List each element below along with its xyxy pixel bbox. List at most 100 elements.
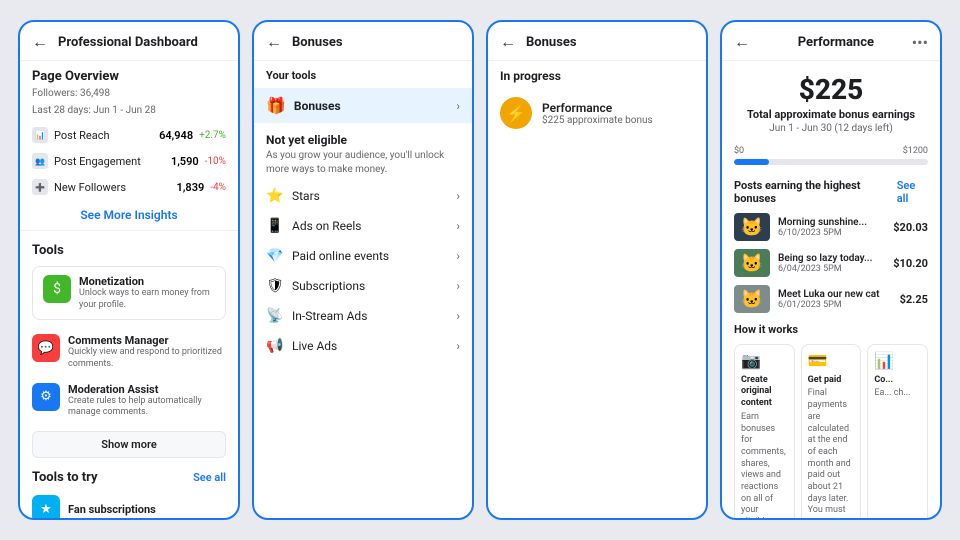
post-info-3: Meet Luka our new cat 6/01/2023 5PM xyxy=(778,289,892,310)
your-tools-label: Your tools xyxy=(254,61,472,86)
live-ads-icon: 📢 xyxy=(266,338,284,354)
back-arrow-icon[interactable]: ← xyxy=(734,32,750,52)
post-reach-icon: 📊 xyxy=(32,127,48,143)
post-info-1: Morning sunshine... 6/10/2023 5PM xyxy=(778,217,885,238)
instream-left: 📡 In-Stream Ads xyxy=(266,308,367,324)
post-reach-change: +2.7% xyxy=(199,130,226,141)
not-eligible-subtitle: As you grow your audience, you'll unlock… xyxy=(266,149,460,177)
paid-events-chevron: › xyxy=(456,249,460,263)
not-eligible-section: Not yet eligible As you grow your audien… xyxy=(254,125,472,181)
extra-card-text: Ea... ch... xyxy=(874,388,921,400)
posts-earning-title: Posts earning the highest bonuses xyxy=(734,179,897,205)
performance-progress-item[interactable]: ⚡ Performance $225 approximate bonus xyxy=(488,87,706,139)
show-more-button[interactable]: Show more xyxy=(32,431,226,458)
back-arrow-icon[interactable]: ← xyxy=(500,32,516,52)
paid-events-item[interactable]: 💎 Paid online events › xyxy=(254,241,472,271)
progress-bar-track xyxy=(734,159,928,165)
post-date-1: 6/10/2023 5PM xyxy=(778,228,885,238)
more-options-icon[interactable]: ••• xyxy=(912,33,928,52)
moderation-assist-item[interactable]: ⚙ Moderation Assist Create rules to help… xyxy=(20,377,238,425)
live-ads-label: Live Ads xyxy=(292,339,337,353)
instream-icon: 📡 xyxy=(266,308,284,324)
instream-ads-item[interactable]: 📡 In-Stream Ads › xyxy=(254,301,472,331)
post-title-3: Meet Luka our new cat xyxy=(778,289,892,300)
how-it-works-cards: 📷 Create original content Earn bonuses f… xyxy=(722,340,940,520)
bonuses-item-left: 🎁 Bonuses xyxy=(266,96,341,115)
moderation-assist-subtitle: Create rules to help automatically manag… xyxy=(68,396,226,419)
post-reach-value: 64,948 xyxy=(159,129,193,142)
subscriptions-item[interactable]: 🛡 Subscriptions › xyxy=(254,271,472,301)
post-engagement-row: 👥 Post Engagement 1,590 -10% xyxy=(20,148,238,174)
post-amount-2: $10.20 xyxy=(893,257,928,270)
ads-on-reels-item[interactable]: 📱 Ads on Reels › xyxy=(254,211,472,241)
new-followers-label: New Followers xyxy=(54,181,126,194)
screen3-title: Bonuses xyxy=(526,35,577,50)
post-amount-1: $20.03 xyxy=(893,221,928,234)
new-followers-change: -4% xyxy=(210,182,226,193)
paid-events-icon: 💎 xyxy=(266,248,284,264)
post-date-2: 6/04/2023 5PM xyxy=(778,264,885,274)
comments-manager-item[interactable]: 💬 Comments Manager Quickly view and resp… xyxy=(20,328,238,376)
subscriptions-label: Subscriptions xyxy=(292,279,365,293)
create-content-title: Create original content xyxy=(741,375,788,410)
stars-item[interactable]: ⭐ Stars › xyxy=(254,181,472,211)
earnings-amount: $225 xyxy=(722,61,940,108)
tools-section: Tools $ Monetization Unlock ways to earn… xyxy=(20,231,238,328)
moderation-assist-info: Moderation Assist Create rules to help a… xyxy=(68,383,226,419)
stars-icon: ⭐ xyxy=(266,188,284,204)
live-ads-item[interactable]: 📢 Live Ads › xyxy=(254,331,472,361)
gift-icon: 🎁 xyxy=(266,96,286,115)
ads-reels-label: Ads on Reels xyxy=(292,219,361,233)
paid-events-left: 💎 Paid online events xyxy=(266,248,389,264)
performance-progress-icon: ⚡ xyxy=(500,97,532,129)
instream-label: In-Stream Ads xyxy=(292,309,367,323)
post-row-3[interactable]: 🐱 Meet Luka our new cat 6/01/2023 5PM $2… xyxy=(722,281,940,317)
post-row-2[interactable]: 🐱 Being so lazy today... 6/04/2023 5PM $… xyxy=(722,245,940,281)
new-followers-icon: ➕ xyxy=(32,179,48,195)
post-date-3: 6/01/2023 5PM xyxy=(778,300,892,310)
screen-performance: ← Performance ••• $225 Total approximate… xyxy=(720,20,942,520)
back-arrow-icon[interactable]: ← xyxy=(32,32,48,52)
screen2-header: ← Bonuses xyxy=(254,22,472,61)
posts-see-all[interactable]: See all xyxy=(897,179,928,205)
screen1-header: ← Professional Dashboard xyxy=(20,22,238,61)
screen2-title: Bonuses xyxy=(292,35,343,50)
tools-try-see-all[interactable]: See all xyxy=(193,471,226,484)
extra-card-title: Co... xyxy=(874,375,921,387)
followers-count: Followers: 36,498 xyxy=(20,86,238,105)
monetization-card[interactable]: $ Monetization Unlock ways to earn money… xyxy=(32,266,226,320)
new-followers-row: ➕ New Followers 1,839 -4% xyxy=(20,174,238,200)
live-ads-chevron: › xyxy=(456,339,460,353)
bonuses-active-item[interactable]: 🎁 Bonuses › xyxy=(254,88,472,123)
page-overview-title: Page Overview xyxy=(20,61,238,86)
subscriptions-icon: 🛡 xyxy=(266,278,284,294)
not-eligible-title: Not yet eligible xyxy=(266,133,460,147)
post-info-2: Being so lazy today... 6/04/2023 5PM xyxy=(778,253,885,274)
post-thumb-3: 🐱 xyxy=(734,285,770,313)
post-reach-row: 📊 Post Reach 64,948 +2.7% xyxy=(20,122,238,148)
moderation-assist-title: Moderation Assist xyxy=(68,383,226,396)
performance-header: ← Performance ••• xyxy=(722,22,940,61)
see-more-insights-button[interactable]: See More Insights xyxy=(20,200,238,230)
screen1-title: Professional Dashboard xyxy=(58,35,198,50)
paid-events-label: Paid online events xyxy=(292,249,389,263)
fan-subscriptions-item[interactable]: ★ Fan subscriptions xyxy=(20,489,238,520)
comments-manager-subtitle: Quickly view and respond to prioritized … xyxy=(68,347,226,370)
comments-manager-info: Comments Manager Quickly view and respon… xyxy=(68,334,226,370)
how-it-works-title: How it works xyxy=(722,317,940,340)
post-row-1[interactable]: 🐱 Morning sunshine... 6/10/2023 5PM $20.… xyxy=(722,209,940,245)
extra-card-icon: 📊 xyxy=(874,351,921,372)
post-title-2: Being so lazy today... xyxy=(778,253,885,264)
progress-bar-labels: $0 $1200 xyxy=(734,146,928,156)
in-progress-label: In progress xyxy=(488,61,706,87)
back-arrow-icon[interactable]: ← xyxy=(266,32,282,52)
how-card-create: 📷 Create original content Earn bonuses f… xyxy=(734,344,795,520)
monetization-subtitle: Unlock ways to earn money from your prof… xyxy=(79,288,215,311)
bonuses-label: Bonuses xyxy=(294,99,341,113)
get-paid-title: Get paid xyxy=(808,375,855,387)
progress-bar-start: $0 xyxy=(734,146,744,156)
subscriptions-chevron: › xyxy=(456,279,460,293)
progress-bar-fill xyxy=(734,159,769,165)
comments-manager-title: Comments Manager xyxy=(68,334,226,347)
post-thumb-2: 🐱 xyxy=(734,249,770,277)
